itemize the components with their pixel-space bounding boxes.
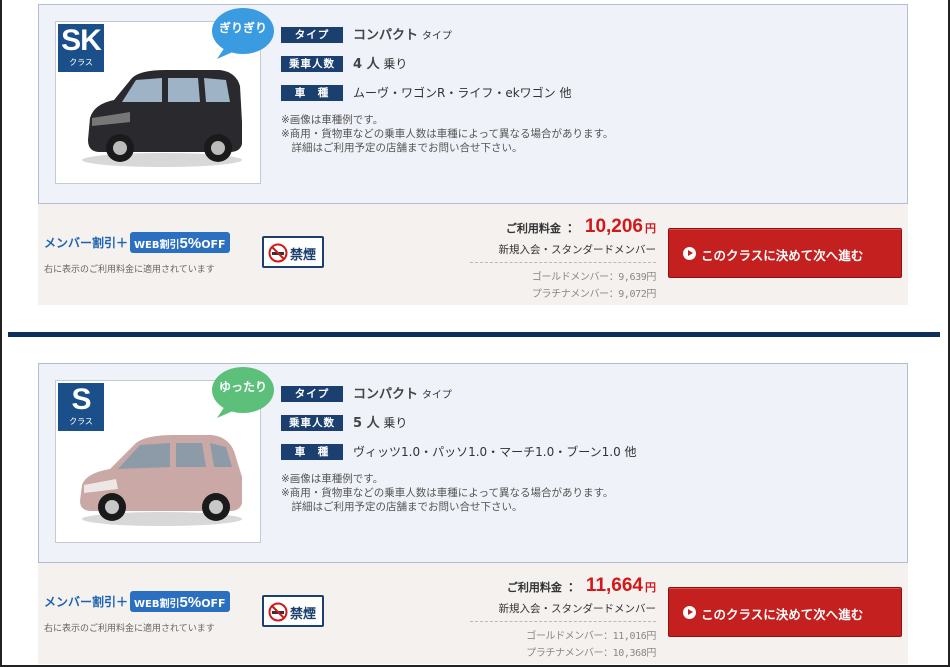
spec-models-value: ムーヴ・ワゴンR・ライフ・ekワゴン 他	[353, 86, 572, 100]
select-class-button-label: このクラスに決めて次へ進む	[701, 607, 864, 622]
platinum-member-price: プラチナメンバー：10,368円	[526, 648, 656, 659]
no-smoking-badge: 禁煙	[262, 236, 324, 268]
discount-banner: メンバー割引＋ WEB割引5%OFF	[44, 591, 230, 612]
price-unit: 円	[645, 581, 656, 594]
spec-models-label: 車 種	[281, 444, 343, 460]
note-line: 詳細はご利用予定の店舗までお問い合せ下さい。	[281, 142, 523, 154]
no-smoking-icon	[268, 243, 288, 263]
web-discount-pct: 5%	[179, 235, 202, 252]
note-line: ※画像は車種例です。	[281, 114, 384, 126]
class-sub: クラス	[69, 417, 93, 426]
gold-member-price: ゴールドメンバー：11,016円	[526, 631, 656, 642]
price-divider	[470, 262, 656, 263]
speech-bubble-badge: ゆったり	[211, 366, 275, 418]
web-discount-label: WEB割引	[134, 240, 180, 251]
pricing-bar: メンバー割引＋ WEB割引5%OFF 右に表示のご利用料金に適用されています 禁煙…	[38, 563, 908, 664]
discount-note: 右に表示のご利用料金に適用されています	[44, 624, 215, 634]
note-line: ※商用・貨物車などの乗車人数は車種によって異なる場合があります。	[281, 128, 614, 140]
web-discount-label: WEB割引	[134, 599, 180, 610]
class-card-details: S クラス ゆったり タイプ コンパクト タイプ 乗車人数 5 人 乗り 車 種…	[38, 363, 908, 563]
price-amount: 10,206	[584, 216, 643, 237]
capacity-value: 5 人	[353, 416, 380, 431]
class-sub: クラス	[69, 58, 93, 67]
spec-models-label: 車 種	[281, 85, 343, 101]
play-arrow-icon	[683, 247, 696, 260]
speech-bubble-badge: ぎりぎり	[211, 7, 275, 59]
spec-type-label: タイプ	[281, 386, 343, 402]
price-line: ご利用料金 ： 11,664 円	[470, 575, 656, 597]
play-arrow-icon	[683, 606, 696, 619]
class-code: S	[71, 383, 91, 416]
spec-type-value: コンパクト タイプ	[353, 27, 452, 45]
web-discount-off: OFF	[201, 238, 226, 251]
no-smoking-label: 禁煙	[290, 248, 317, 263]
price-unit: 円	[645, 222, 656, 235]
spec-capacity-label: 乗車人数	[281, 56, 343, 72]
select-class-button[interactable]: このクラスに決めて次へ進む	[668, 587, 902, 637]
note-line: 詳細はご利用予定の店舗までお問い合せ下さい。	[281, 501, 523, 513]
car-image	[80, 435, 242, 526]
class-card-details: SK クラス ぎりぎり タイプ コンパクト タイプ 乗車人数 4 人 乗り 車 …	[38, 4, 908, 204]
price-divider	[470, 621, 656, 622]
price-amount: 11,664	[585, 575, 643, 596]
gold-member-price: ゴールドメンバー：9,639円	[531, 272, 657, 283]
notes: ※画像は車種例です。 ※商用・貨物車などの乗車人数は車種によって異なる場合があり…	[281, 472, 701, 514]
spec-capacity-value: 4 人 乗り	[353, 56, 407, 73]
web-discount-badge: WEB割引5%OFF	[130, 591, 230, 612]
select-class-button-label: このクラスに決めて次へ進む	[701, 248, 864, 263]
discount-banner: メンバー割引＋ WEB割引5%OFF	[44, 232, 230, 253]
price-colon: ：	[567, 580, 580, 594]
platinum-member-price: プラチナメンバー：9,072円	[531, 289, 657, 300]
member-discount-label: メンバー割引＋	[44, 595, 129, 609]
spec-type-label: タイプ	[281, 27, 343, 43]
car-image	[82, 70, 242, 167]
price-line: ご利用料金 ： 10,206 円	[470, 216, 656, 238]
spec-models-value: ヴィッツ1.0・パッソ1.0・マーチ1.0・ブーン1.0 他	[353, 445, 637, 459]
spec-capacity-value: 5 人 乗り	[353, 415, 407, 432]
price-colon: ：	[566, 221, 579, 235]
spec-type-value: コンパクト タイプ	[353, 386, 452, 404]
spec-capacity-label: 乗車人数	[281, 415, 343, 431]
class-code: SK	[61, 24, 102, 57]
price-label: ご利用料金	[505, 222, 561, 235]
capacity-suffix: 乗り	[383, 57, 408, 71]
note-line: ※画像は車種例です。	[281, 473, 384, 485]
web-discount-off: OFF	[201, 597, 226, 610]
capacity-suffix: 乗り	[383, 416, 408, 430]
class-badge: SK クラス	[56, 22, 106, 74]
member-discount-label: メンバー割引＋	[44, 236, 129, 250]
web-discount-badge: WEB割引5%OFF	[130, 232, 230, 253]
bubble-text: ぎりぎり	[218, 21, 267, 35]
type-value: コンパクト	[353, 28, 419, 43]
no-smoking-badge: 禁煙	[262, 595, 324, 627]
discount-note: 右に表示のご利用料金に適用されています	[44, 265, 215, 275]
note-line: ※商用・貨物車などの乗車人数は車種によって異なる場合があります。	[281, 487, 614, 499]
section-divider	[8, 332, 940, 337]
web-discount-pct: 5%	[179, 594, 202, 611]
capacity-value: 4 人	[353, 57, 380, 72]
pricing-bar: メンバー割引＋ WEB割引5%OFF 右に表示のご利用料金に適用されています 禁煙…	[38, 204, 908, 305]
type-value: コンパクト	[353, 387, 419, 402]
price-membership-type: 新規入会・スタンダードメンバー	[498, 244, 657, 256]
price-membership-type: 新規入会・スタンダードメンバー	[498, 603, 657, 615]
class-badge: S クラス	[56, 381, 106, 433]
no-smoking-label: 禁煙	[290, 607, 317, 622]
type-suffix: タイプ	[421, 31, 452, 42]
notes: ※画像は車種例です。 ※商用・貨物車などの乗車人数は車種によって異なる場合があり…	[281, 113, 701, 155]
type-suffix: タイプ	[421, 390, 452, 401]
bubble-text: ゆったり	[218, 380, 267, 394]
select-class-button[interactable]: このクラスに決めて次へ進む	[668, 228, 902, 278]
no-smoking-icon	[268, 602, 288, 622]
price-label: ご利用料金	[506, 581, 562, 594]
